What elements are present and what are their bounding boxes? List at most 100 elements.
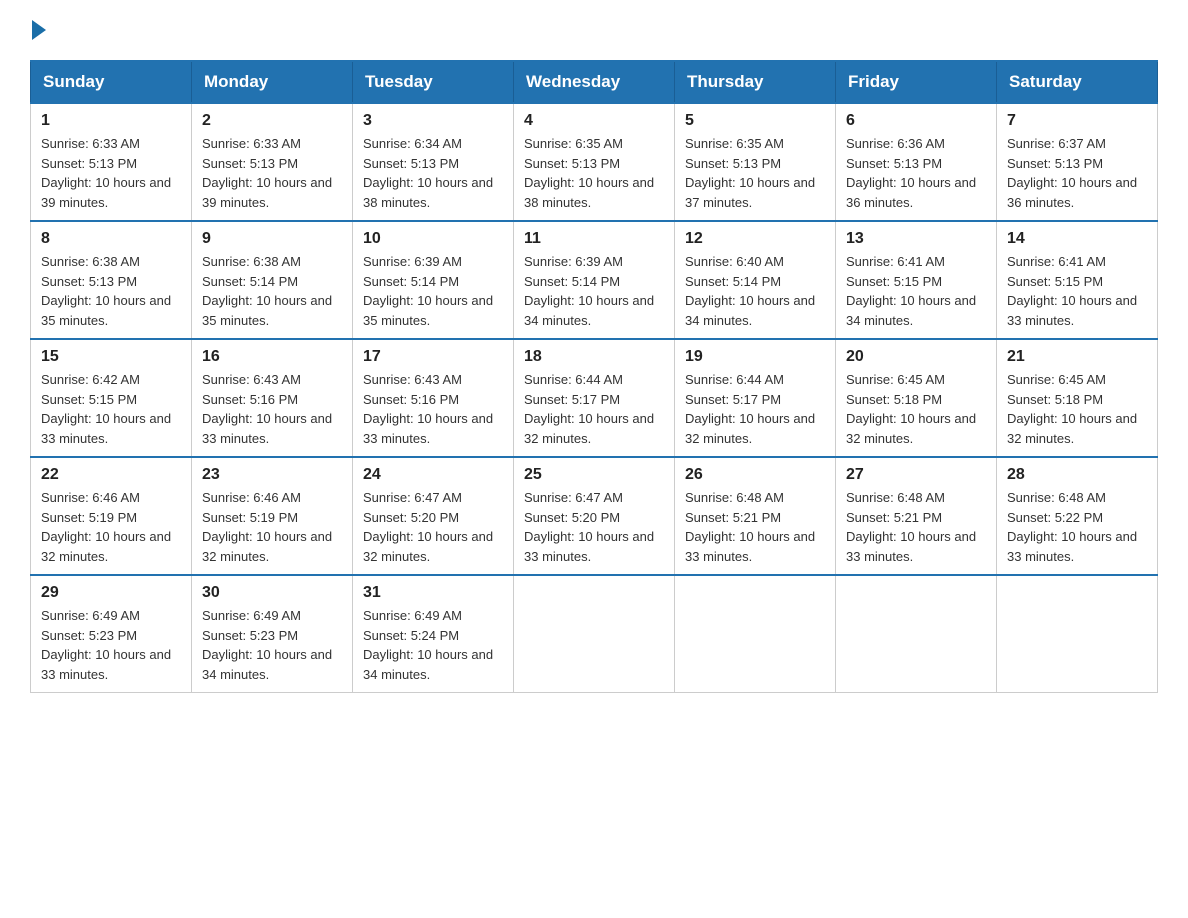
day-number: 9 [202,230,342,248]
day-number: 30 [202,584,342,602]
day-number: 28 [1007,466,1147,484]
day-info: Sunrise: 6:39 AMSunset: 5:14 PMDaylight:… [524,252,664,330]
calendar-cell: 24 Sunrise: 6:47 AMSunset: 5:20 PMDaylig… [353,457,514,575]
calendar-cell: 16 Sunrise: 6:43 AMSunset: 5:16 PMDaylig… [192,339,353,457]
day-info: Sunrise: 6:49 AMSunset: 5:24 PMDaylight:… [363,606,503,684]
day-info: Sunrise: 6:35 AMSunset: 5:13 PMDaylight:… [685,134,825,212]
calendar-cell: 8 Sunrise: 6:38 AMSunset: 5:13 PMDayligh… [31,221,192,339]
day-number: 7 [1007,112,1147,130]
day-info: Sunrise: 6:49 AMSunset: 5:23 PMDaylight:… [41,606,181,684]
calendar-cell [514,575,675,693]
calendar-cell: 2 Sunrise: 6:33 AMSunset: 5:13 PMDayligh… [192,103,353,221]
weekday-header-friday: Friday [836,61,997,103]
calendar-cell: 10 Sunrise: 6:39 AMSunset: 5:14 PMDaylig… [353,221,514,339]
day-info: Sunrise: 6:41 AMSunset: 5:15 PMDaylight:… [846,252,986,330]
weekday-header-saturday: Saturday [997,61,1158,103]
day-info: Sunrise: 6:38 AMSunset: 5:13 PMDaylight:… [41,252,181,330]
calendar-cell: 26 Sunrise: 6:48 AMSunset: 5:21 PMDaylig… [675,457,836,575]
day-info: Sunrise: 6:45 AMSunset: 5:18 PMDaylight:… [1007,370,1147,448]
day-number: 6 [846,112,986,130]
day-info: Sunrise: 6:35 AMSunset: 5:13 PMDaylight:… [524,134,664,212]
weekday-header-thursday: Thursday [675,61,836,103]
day-number: 31 [363,584,503,602]
day-info: Sunrise: 6:44 AMSunset: 5:17 PMDaylight:… [685,370,825,448]
calendar-week-row: 8 Sunrise: 6:38 AMSunset: 5:13 PMDayligh… [31,221,1158,339]
calendar-cell: 20 Sunrise: 6:45 AMSunset: 5:18 PMDaylig… [836,339,997,457]
day-number: 3 [363,112,503,130]
day-info: Sunrise: 6:48 AMSunset: 5:21 PMDaylight:… [846,488,986,566]
calendar-cell: 31 Sunrise: 6:49 AMSunset: 5:24 PMDaylig… [353,575,514,693]
calendar-header-row: SundayMondayTuesdayWednesdayThursdayFrid… [31,61,1158,103]
day-number: 23 [202,466,342,484]
day-number: 20 [846,348,986,366]
calendar-cell: 9 Sunrise: 6:38 AMSunset: 5:14 PMDayligh… [192,221,353,339]
calendar-cell [997,575,1158,693]
calendar-cell: 15 Sunrise: 6:42 AMSunset: 5:15 PMDaylig… [31,339,192,457]
day-number: 5 [685,112,825,130]
logo-blue-part [30,20,48,40]
day-info: Sunrise: 6:42 AMSunset: 5:15 PMDaylight:… [41,370,181,448]
day-number: 16 [202,348,342,366]
day-number: 26 [685,466,825,484]
day-info: Sunrise: 6:43 AMSunset: 5:16 PMDaylight:… [202,370,342,448]
logo [30,20,48,40]
day-info: Sunrise: 6:39 AMSunset: 5:14 PMDaylight:… [363,252,503,330]
day-info: Sunrise: 6:49 AMSunset: 5:23 PMDaylight:… [202,606,342,684]
day-number: 24 [363,466,503,484]
calendar-week-row: 15 Sunrise: 6:42 AMSunset: 5:15 PMDaylig… [31,339,1158,457]
day-number: 13 [846,230,986,248]
calendar-week-row: 29 Sunrise: 6:49 AMSunset: 5:23 PMDaylig… [31,575,1158,693]
day-number: 4 [524,112,664,130]
calendar-cell: 6 Sunrise: 6:36 AMSunset: 5:13 PMDayligh… [836,103,997,221]
page-header [30,20,1158,40]
calendar-week-row: 1 Sunrise: 6:33 AMSunset: 5:13 PMDayligh… [31,103,1158,221]
day-info: Sunrise: 6:48 AMSunset: 5:21 PMDaylight:… [685,488,825,566]
day-number: 25 [524,466,664,484]
day-number: 11 [524,230,664,248]
calendar-cell: 11 Sunrise: 6:39 AMSunset: 5:14 PMDaylig… [514,221,675,339]
day-number: 21 [1007,348,1147,366]
day-info: Sunrise: 6:41 AMSunset: 5:15 PMDaylight:… [1007,252,1147,330]
day-number: 10 [363,230,503,248]
calendar-cell: 5 Sunrise: 6:35 AMSunset: 5:13 PMDayligh… [675,103,836,221]
day-info: Sunrise: 6:37 AMSunset: 5:13 PMDaylight:… [1007,134,1147,212]
calendar-table: SundayMondayTuesdayWednesdayThursdayFrid… [30,60,1158,693]
day-number: 12 [685,230,825,248]
weekday-header-tuesday: Tuesday [353,61,514,103]
weekday-header-sunday: Sunday [31,61,192,103]
calendar-cell: 19 Sunrise: 6:44 AMSunset: 5:17 PMDaylig… [675,339,836,457]
day-info: Sunrise: 6:33 AMSunset: 5:13 PMDaylight:… [202,134,342,212]
day-info: Sunrise: 6:33 AMSunset: 5:13 PMDaylight:… [41,134,181,212]
calendar-cell: 14 Sunrise: 6:41 AMSunset: 5:15 PMDaylig… [997,221,1158,339]
calendar-cell [675,575,836,693]
day-info: Sunrise: 6:40 AMSunset: 5:14 PMDaylight:… [685,252,825,330]
day-info: Sunrise: 6:44 AMSunset: 5:17 PMDaylight:… [524,370,664,448]
day-info: Sunrise: 6:34 AMSunset: 5:13 PMDaylight:… [363,134,503,212]
calendar-cell: 29 Sunrise: 6:49 AMSunset: 5:23 PMDaylig… [31,575,192,693]
calendar-cell: 7 Sunrise: 6:37 AMSunset: 5:13 PMDayligh… [997,103,1158,221]
calendar-cell: 4 Sunrise: 6:35 AMSunset: 5:13 PMDayligh… [514,103,675,221]
weekday-header-monday: Monday [192,61,353,103]
calendar-week-row: 22 Sunrise: 6:46 AMSunset: 5:19 PMDaylig… [31,457,1158,575]
day-info: Sunrise: 6:43 AMSunset: 5:16 PMDaylight:… [363,370,503,448]
day-info: Sunrise: 6:47 AMSunset: 5:20 PMDaylight:… [524,488,664,566]
day-number: 29 [41,584,181,602]
day-number: 22 [41,466,181,484]
calendar-cell: 3 Sunrise: 6:34 AMSunset: 5:13 PMDayligh… [353,103,514,221]
calendar-cell: 22 Sunrise: 6:46 AMSunset: 5:19 PMDaylig… [31,457,192,575]
day-info: Sunrise: 6:46 AMSunset: 5:19 PMDaylight:… [41,488,181,566]
calendar-cell: 1 Sunrise: 6:33 AMSunset: 5:13 PMDayligh… [31,103,192,221]
calendar-cell: 13 Sunrise: 6:41 AMSunset: 5:15 PMDaylig… [836,221,997,339]
day-number: 27 [846,466,986,484]
day-info: Sunrise: 6:45 AMSunset: 5:18 PMDaylight:… [846,370,986,448]
calendar-cell: 21 Sunrise: 6:45 AMSunset: 5:18 PMDaylig… [997,339,1158,457]
calendar-cell: 27 Sunrise: 6:48 AMSunset: 5:21 PMDaylig… [836,457,997,575]
calendar-cell: 17 Sunrise: 6:43 AMSunset: 5:16 PMDaylig… [353,339,514,457]
day-info: Sunrise: 6:46 AMSunset: 5:19 PMDaylight:… [202,488,342,566]
day-number: 19 [685,348,825,366]
day-number: 15 [41,348,181,366]
day-info: Sunrise: 6:38 AMSunset: 5:14 PMDaylight:… [202,252,342,330]
calendar-cell: 25 Sunrise: 6:47 AMSunset: 5:20 PMDaylig… [514,457,675,575]
day-number: 17 [363,348,503,366]
day-number: 1 [41,112,181,130]
